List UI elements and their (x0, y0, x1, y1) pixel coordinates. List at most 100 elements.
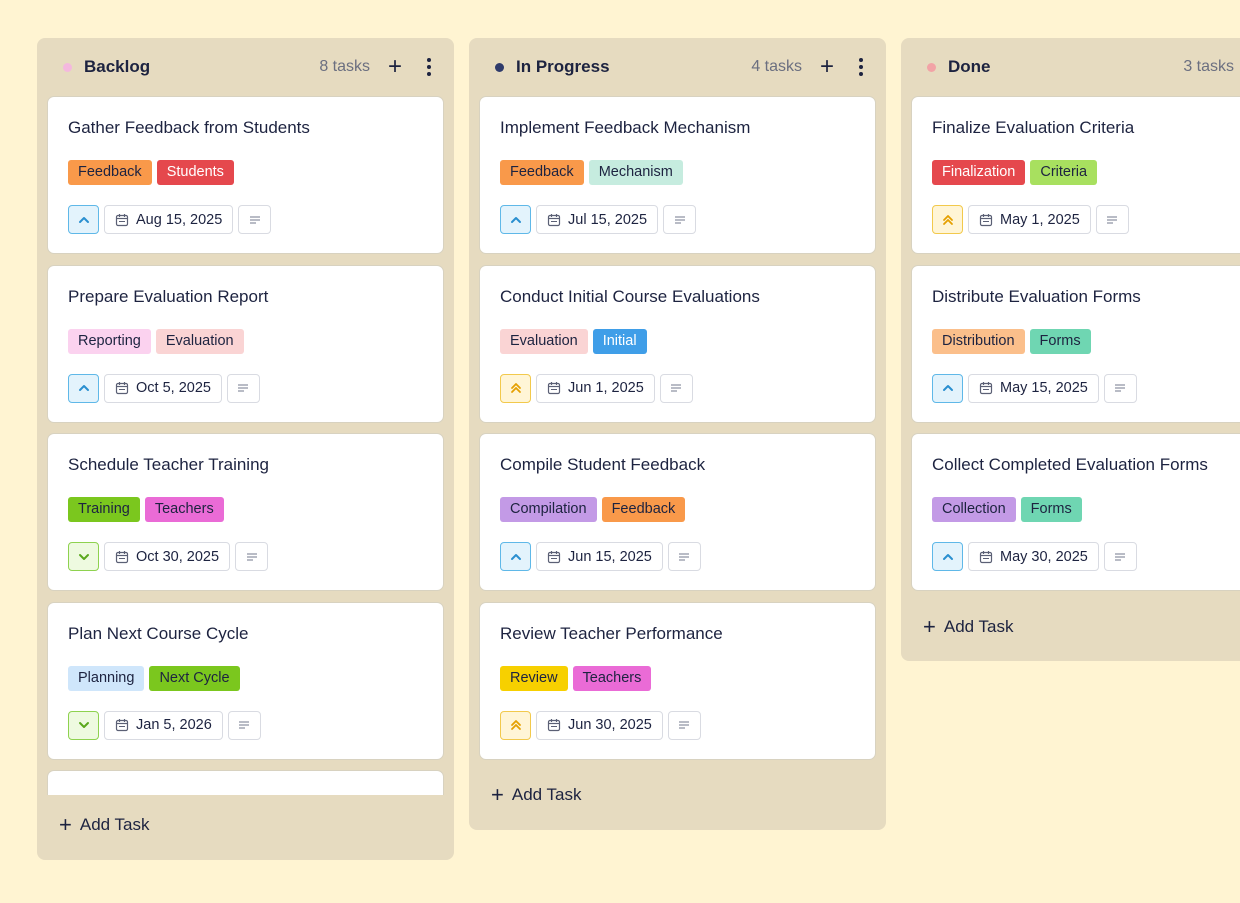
priority-urgent-icon[interactable] (500, 373, 531, 403)
description-icon[interactable] (659, 373, 693, 403)
due-date[interactable]: Jun 15, 2025 (536, 542, 663, 571)
due-date[interactable]: Aug 15, 2025 (104, 205, 234, 234)
description-icon[interactable] (238, 205, 272, 234)
due-date[interactable]: Oct 30, 2025 (104, 542, 231, 571)
more-options-icon[interactable] (422, 56, 436, 78)
description-icon[interactable] (1103, 373, 1137, 403)
tag-badge: Initial (592, 328, 647, 354)
calendar-icon (547, 213, 561, 227)
task-card[interactable]: Finalize Evaluation Criteria Finalization… (911, 96, 1240, 254)
task-card[interactable]: Distribute Evaluation Forms Distribution F… (911, 264, 1240, 423)
description-icon[interactable] (667, 542, 701, 571)
add-task-button[interactable]: + Add Task (47, 795, 444, 855)
description-icon[interactable] (1095, 205, 1129, 234)
tag-badge: Finalization (932, 160, 1026, 185)
task-card[interactable]: Compile Student Feedback Compilation Feedb… (479, 433, 876, 591)
card-list: Gather Feedback from Students Feedback Stu… (47, 96, 444, 760)
tag-badge: Criteria (1030, 160, 1098, 185)
plus-icon: + (923, 613, 936, 639)
priority-high-icon[interactable] (500, 205, 531, 234)
tag-badge: Planning (68, 665, 145, 691)
card-list: Finalize Evaluation Criteria Finalization… (911, 96, 1240, 591)
add-task-icon-button[interactable]: + (816, 55, 838, 79)
tag-list: Review Teachers (500, 665, 855, 691)
priority-low-icon[interactable] (68, 710, 99, 740)
add-task-button[interactable]: + Add Task (479, 770, 876, 820)
task-card[interactable]: Prepare Evaluation Report Reporting Evalua… (47, 264, 444, 423)
priority-high-icon[interactable] (68, 205, 99, 234)
column-title: Backlog (84, 57, 151, 76)
add-task-button[interactable]: + Add Task (911, 602, 1240, 652)
task-title: Compile Student Feedback (500, 455, 706, 474)
due-date[interactable]: Jun 30, 2025 (536, 710, 663, 740)
tag-badge: Evaluation (155, 328, 244, 354)
task-card[interactable]: Collect Completed Evaluation Forms Collec… (911, 433, 1240, 591)
tag-list: Distribution Forms (932, 328, 1240, 354)
due-date[interactable]: Oct 5, 2025 (104, 373, 222, 403)
priority-high-icon[interactable] (932, 373, 963, 403)
task-count: 4 tasks (751, 58, 802, 75)
tag-list: Compilation Feedback (500, 497, 855, 522)
tag-badge: Feedback (500, 160, 584, 185)
due-date[interactable]: May 15, 2025 (968, 373, 1099, 403)
status-dot (495, 62, 504, 72)
calendar-icon (979, 381, 993, 395)
due-date[interactable]: May 30, 2025 (968, 542, 1099, 571)
due-date-text: May 15, 2025 (1000, 380, 1088, 396)
tag-badge: Students (156, 160, 234, 185)
task-card-partial[interactable] (47, 770, 444, 795)
task-meta: May 30, 2025 (932, 542, 1240, 571)
tag-badge: Training (68, 497, 140, 522)
add-task-icon-button[interactable]: + (384, 55, 406, 79)
priority-urgent-icon[interactable] (500, 710, 531, 740)
plus-icon: + (59, 812, 72, 837)
due-date-text: Jun 15, 2025 (568, 548, 652, 565)
tag-badge: Reporting (68, 328, 151, 354)
tag-badge: Review (500, 665, 568, 691)
task-card[interactable]: Plan Next Course Cycle Planning Next Cycle… (47, 601, 444, 760)
due-date-text: Jun 1, 2025 (568, 380, 644, 396)
task-card[interactable]: Schedule Teacher Training Training Teacher… (47, 433, 444, 591)
task-meta: Jun 1, 2025 (500, 373, 855, 403)
task-card[interactable]: Conduct Initial Course Evaluations Evalua… (479, 264, 876, 423)
due-date[interactable]: Jan 5, 2026 (104, 710, 223, 740)
tag-list: Evaluation Initial (500, 328, 855, 354)
status-dot (63, 62, 72, 72)
priority-low-icon[interactable] (68, 542, 99, 571)
more-options-icon[interactable] (854, 56, 868, 78)
description-icon[interactable] (663, 205, 697, 234)
task-card[interactable]: Gather Feedback from Students Feedback Stu… (47, 96, 444, 254)
priority-urgent-icon[interactable] (932, 205, 963, 234)
priority-high-icon[interactable] (932, 542, 963, 571)
priority-high-icon[interactable] (500, 542, 531, 571)
calendar-icon (979, 550, 993, 564)
due-date-text: Jan 5, 2026 (136, 717, 212, 733)
task-title: Gather Feedback from Students (68, 118, 310, 137)
due-date[interactable]: Jul 15, 2025 (536, 205, 659, 234)
priority-high-icon[interactable] (68, 373, 99, 403)
add-task-label: Add Task (79, 815, 150, 834)
due-date[interactable]: May 1, 2025 (968, 205, 1091, 234)
tag-badge: Distribution (932, 328, 1025, 354)
tag-list: Collection Forms (932, 497, 1240, 522)
tag-badge: Feedback (68, 160, 152, 185)
task-title: Prepare Evaluation Report (68, 286, 269, 306)
column-backlog: Backlog 8 tasks + Gather Feedback from S… (37, 38, 454, 860)
description-icon[interactable] (235, 542, 269, 571)
due-date-text: Aug 15, 2025 (136, 211, 223, 228)
due-date[interactable]: Jun 1, 2025 (536, 373, 655, 403)
description-icon[interactable] (226, 373, 260, 403)
tag-badge: Teachers (144, 497, 224, 522)
task-card[interactable]: Review Teacher Performance Review Teachers… (479, 601, 876, 760)
tag-list: Feedback Mechanism (500, 160, 855, 185)
status-dot (927, 62, 936, 72)
task-title: Review Teacher Performance (500, 623, 723, 643)
tag-list: Training Teachers (68, 497, 423, 522)
add-task-label: Add Task (511, 785, 582, 804)
description-icon[interactable] (1103, 542, 1137, 571)
due-date-text: Jun 30, 2025 (568, 717, 652, 733)
task-card[interactable]: Implement Feedback Mechanism Feedback Mech… (479, 96, 876, 254)
tag-badge: Feedback (601, 497, 686, 522)
description-icon[interactable] (667, 710, 701, 740)
description-icon[interactable] (227, 710, 261, 740)
